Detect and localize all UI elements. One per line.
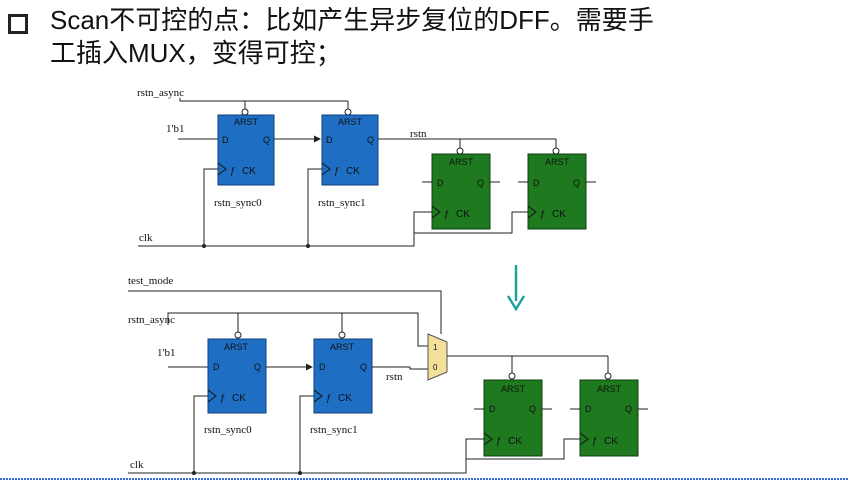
svg-text:D: D [326,135,333,145]
svg-text:ARST: ARST [545,157,570,167]
svg-text:CK: CK [456,209,470,220]
svg-text:ƒ: ƒ [334,166,340,177]
svg-text:Q: Q [529,404,536,414]
svg-text:Q: Q [263,135,270,145]
svg-text:D: D [489,404,496,414]
svg-text:CK: CK [242,166,256,177]
svg-text:0: 0 [433,363,438,372]
svg-text:ARST: ARST [234,117,259,127]
svg-text:ARST: ARST [597,384,622,394]
svg-text:1: 1 [433,343,438,352]
svg-text:D: D [585,404,592,414]
svg-text:Q: Q [254,362,261,372]
svg-text:ƒ: ƒ [444,209,450,220]
top-green-bubble-0 [456,147,464,155]
bottom-1b1-label: 1'b1 [157,347,175,359]
top-arst-bubble-0 [241,108,249,116]
top-1b1-label: 1'b1 [166,123,184,135]
svg-text:CK: CK [604,436,618,447]
bottom-flop-sync0: ARST D Q ƒ CK [207,338,267,414]
bottom-sync0-label: rstn_sync0 [204,424,252,436]
svg-text:ƒ: ƒ [326,393,332,404]
svg-text:D: D [319,362,326,372]
bottom-circuit: test_mode rstn_async 1'b1 ARST D Q ƒ CK … [128,275,648,475]
svg-text:CK: CK [346,166,360,177]
svg-text:CK: CK [232,393,246,404]
top-sync0-label: rstn_sync0 [214,197,262,209]
top-arst-bubble-1 [344,108,352,116]
bottom-rstn-async-wire [167,312,428,347]
top-circuit: rstn_async 1'b1 ARST D Q ƒ CK rstn_sync0… [137,87,596,248]
svg-text:ARST: ARST [338,117,363,127]
svg-text:ƒ: ƒ [220,393,226,404]
svg-text:Q: Q [573,178,580,188]
top-flop-sync0: ARST D Q ƒ CK [217,114,275,186]
svg-text:ƒ: ƒ [540,209,546,220]
svg-text:ARST: ARST [224,342,249,352]
bottom-rstn-label: rstn [386,371,403,383]
transform-arrow-icon [506,265,526,312]
svg-text:ƒ: ƒ [230,166,236,177]
svg-text:D: D [213,362,220,372]
svg-text:CK: CK [508,436,522,447]
svg-text:D: D [533,178,540,188]
top-flop-sync1: ARST D Q ƒ CK [321,114,379,186]
svg-text:Q: Q [477,178,484,188]
svg-text:ARST: ARST [330,342,355,352]
top-green-flop-0: ARST D Q ƒ CK [431,153,491,230]
mux: 1 0 [427,333,448,381]
top-green-bubble-1 [552,147,560,155]
top-green-flop-1: ARST D Q ƒ CK [527,153,587,230]
bottom-flop-sync1: ARST D Q ƒ CK [313,338,373,414]
bottom-green-flop-1: ARST D Q ƒ CK [579,379,639,457]
top-rstn-async-label: rstn_async [137,87,184,99]
svg-text:D: D [437,178,444,188]
bottom-green-flop-0: ARST D Q ƒ CK [483,379,543,457]
bottom-sync1-label: rstn_sync1 [310,424,358,436]
svg-text:Q: Q [625,404,632,414]
top-rstn-async-wire [179,98,348,102]
svg-text:Q: Q [360,362,367,372]
svg-text:ƒ: ƒ [592,436,598,447]
top-clk-label: clk [139,232,153,244]
svg-text:ARST: ARST [501,384,526,394]
svg-text:CK: CK [552,209,566,220]
top-sync1-label: rstn_sync1 [318,197,366,209]
svg-text:Q: Q [367,135,374,145]
svg-text:ARST: ARST [449,157,474,167]
top-rstn-label: rstn [410,128,427,140]
bottom-clk-label: clk [130,459,144,471]
svg-text:D: D [222,135,229,145]
svg-text:CK: CK [338,393,352,404]
bottom-test-mode-label: test_mode [128,275,173,287]
circuit-diagram: rstn_async 1'b1 ARST D Q ƒ CK rstn_sync0… [0,87,849,480]
svg-text:ƒ: ƒ [496,436,502,447]
